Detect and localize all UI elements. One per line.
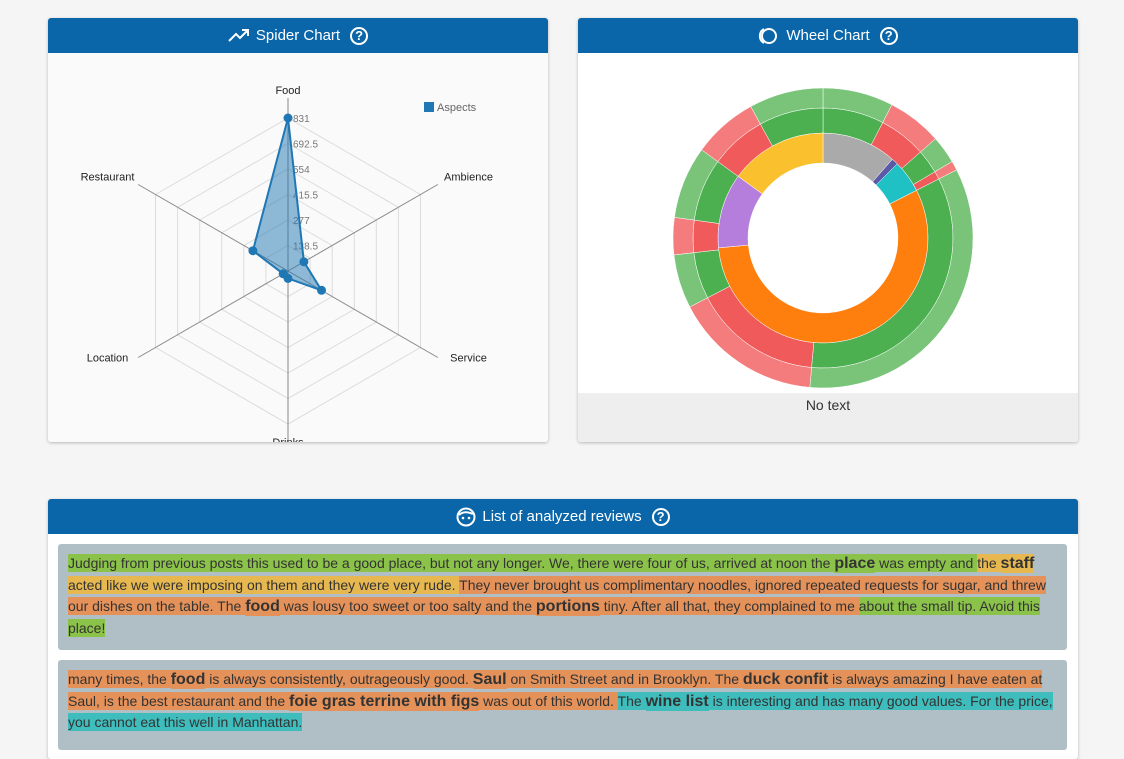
radar-chart: Food Ambience Service Drinks Location Restaur… (81, 85, 493, 442)
reviews-title: List of analyzed reviews (482, 508, 642, 525)
wheel-footer-text: No text (578, 393, 1078, 442)
help-icon[interactable]: ? (879, 26, 898, 45)
radar-axis-label: Drinks (272, 437, 304, 442)
review-text-segment: many times, the (68, 670, 171, 688)
review-aspect-term: food (245, 597, 280, 616)
radar-axis-label: Location (87, 353, 129, 365)
radar-tick-label: 831 (293, 114, 310, 125)
legend-swatch (424, 102, 434, 112)
reviews-header: List of analyzed reviews ? (48, 499, 1078, 534)
radar-axis-label: Ambience (444, 172, 493, 184)
radar-data-point (278, 269, 288, 279)
review-item: many times, the food is always consisten… (58, 660, 1067, 750)
radar-axis-label: Service (450, 353, 487, 365)
review-text-segment: tiny. After all that, they complained to… (599, 597, 859, 615)
radar-data-point (299, 257, 309, 267)
review-text-segment: on Smith Street and in Brooklyn. The (506, 670, 743, 688)
spider-chart-title: Spider Chart (255, 27, 341, 44)
review-text-segment: acted like we were imposing on them and … (68, 575, 460, 594)
review-aspect-term: wine list (645, 691, 709, 711)
review-aspect-term: portions (535, 597, 600, 616)
wheel-chart-card: Wheel Chart ? No text (578, 18, 1078, 442)
review-text-segment: The (617, 691, 646, 710)
review-aspect-term: Saul (472, 670, 507, 689)
reviews-card: List of analyzed reviews ? Judging from … (48, 499, 1078, 759)
sunburst-segment (672, 217, 695, 256)
radar-axis-label: Restaurant (81, 172, 135, 184)
review-aspect-term: place (834, 554, 876, 573)
review-item: Judging from previous posts this used to… (58, 544, 1067, 650)
legend-label: Aspects (437, 102, 477, 114)
wheel-chart-header: Wheel Chart ? (578, 18, 1078, 53)
wheel-chart-title: Wheel Chart (786, 27, 870, 44)
sunburst-chart (672, 87, 974, 389)
radar-tick-label: 692.5 (293, 140, 318, 151)
radar-data-point (317, 285, 326, 295)
help-icon[interactable]: ? (350, 26, 369, 45)
review-aspect-term: foie gras terrine with figs (289, 691, 480, 711)
review-text-segment: the (977, 554, 1001, 572)
help-icon[interactable]: ? (651, 507, 670, 526)
review-text-segment: was out of this world. (479, 691, 618, 710)
spider-chart-header: Spider Chart ? (48, 18, 548, 53)
radar-data-point (248, 246, 258, 256)
radar-axis-label: Food (275, 85, 300, 97)
radar-axis-line (137, 270, 289, 358)
review-text-segment: was empty and (875, 554, 978, 572)
review-aspect-term: staff (1000, 554, 1035, 573)
trending-up-icon (228, 28, 249, 42)
radar-tick-label: 554 (293, 165, 310, 176)
review-text-segment: was lousy too sweet or too salty and the (279, 597, 536, 615)
review-aspect-term: duck confit (742, 670, 829, 689)
radar-data-point (283, 113, 293, 123)
review-text-segment: Judging from previous posts this used to… (68, 554, 835, 572)
spider-chart-card: Spider Chart ? Food Ambience Service Drinks… (48, 18, 548, 442)
sunburst-segment (692, 219, 720, 253)
face-icon (456, 507, 476, 526)
ring-icon (759, 27, 778, 44)
review-aspect-term: food (170, 670, 206, 689)
review-text-segment: is always consistently, outrageously goo… (205, 670, 473, 688)
wheel-chart-area (578, 53, 1078, 393)
spider-chart-area: Food Ambience Service Drinks Location Restaur… (48, 53, 548, 442)
